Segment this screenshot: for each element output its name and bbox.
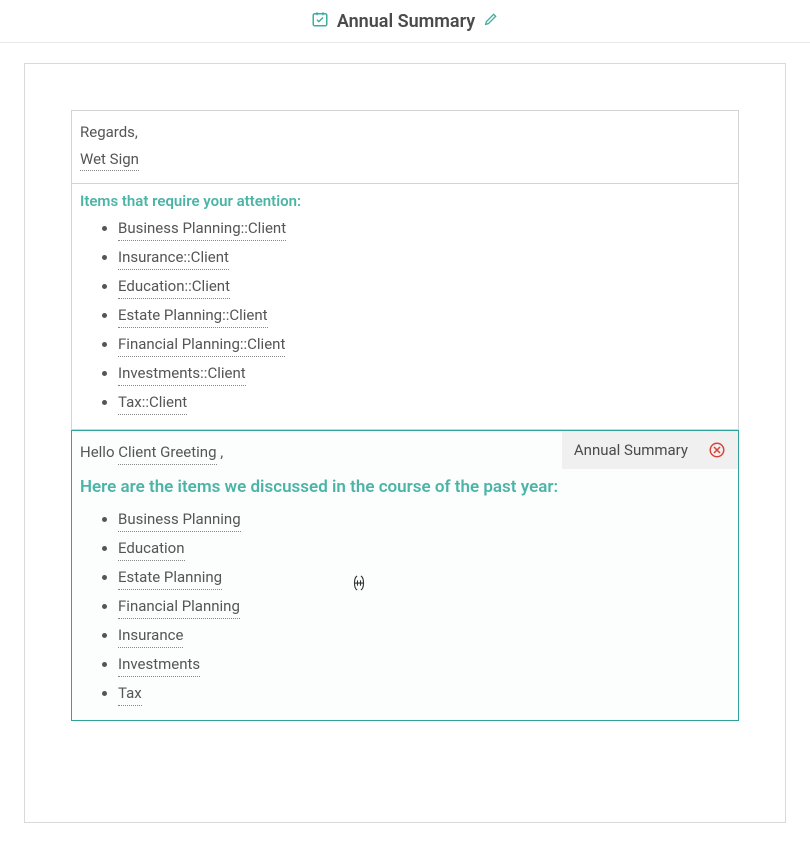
signature-token[interactable]: Wet Sign (80, 148, 139, 172)
item-token[interactable]: Education (118, 536, 185, 561)
list-item: Investments::Client (118, 361, 730, 386)
item-token[interactable]: Financial Planning::Client (118, 332, 285, 357)
item-token[interactable]: Business Planning (118, 507, 241, 532)
block-tag: Annual Summary (562, 431, 738, 469)
item-token[interactable]: Insurance (118, 623, 183, 648)
discussed-heading: Here are the items we discussed in the c… (80, 477, 730, 497)
header-bar: Annual Summary (0, 0, 810, 43)
annual-summary-block[interactable]: Annual Summary Hello Client Greeting , H… (71, 430, 739, 721)
page-title: Annual Summary (337, 11, 475, 32)
list-item: Estate Planning::Client (118, 303, 730, 328)
item-token[interactable]: Estate Planning (118, 565, 222, 590)
item-token[interactable]: Business Planning::Client (118, 216, 286, 241)
list-item: Tax::Client (118, 390, 730, 415)
client-greeting-token[interactable]: Client Greeting (118, 441, 216, 465)
item-token[interactable]: Insurance::Client (118, 245, 229, 270)
list-item: Financial Planning (118, 594, 730, 619)
item-token[interactable]: Education::Client (118, 274, 230, 299)
attention-items-block[interactable]: Items that require your attention: Busin… (71, 184, 739, 430)
list-item: Education::Client (118, 274, 730, 299)
item-token[interactable]: Investments (118, 652, 200, 677)
item-token[interactable]: Investments::Client (118, 361, 246, 386)
edit-icon[interactable] (483, 11, 499, 31)
signature-block[interactable]: Regards, Wet Sign (71, 110, 739, 184)
list-item: Business Planning::Client (118, 216, 730, 241)
list-item: Tax (118, 681, 730, 706)
attention-heading: Items that require your attention: (80, 192, 730, 210)
list-item: Business Planning (118, 507, 730, 532)
item-token[interactable]: Tax::Client (118, 390, 187, 415)
calendar-check-icon (311, 10, 329, 32)
document-page: Regards, Wet Sign Items that require you… (24, 63, 786, 823)
list-item: Insurance::Client (118, 245, 730, 270)
regards-line: Regards, (80, 121, 730, 144)
discussed-list: Business Planning Education Estate Plannin… (80, 507, 730, 706)
attention-list: Business Planning::ClientInsurance::Clie… (80, 216, 730, 415)
list-item: Insurance (118, 623, 730, 648)
list-item: Investments (118, 652, 730, 677)
item-token[interactable]: Financial Planning (118, 594, 240, 619)
item-token[interactable]: Tax (118, 681, 142, 706)
block-tag-label: Annual Summary (574, 441, 688, 459)
list-item: Financial Planning::Client (118, 332, 730, 357)
list-item: Education (118, 536, 730, 561)
item-token[interactable]: Estate Planning::Client (118, 303, 268, 328)
close-icon[interactable] (708, 441, 726, 459)
list-item: Estate Planning (118, 565, 730, 590)
